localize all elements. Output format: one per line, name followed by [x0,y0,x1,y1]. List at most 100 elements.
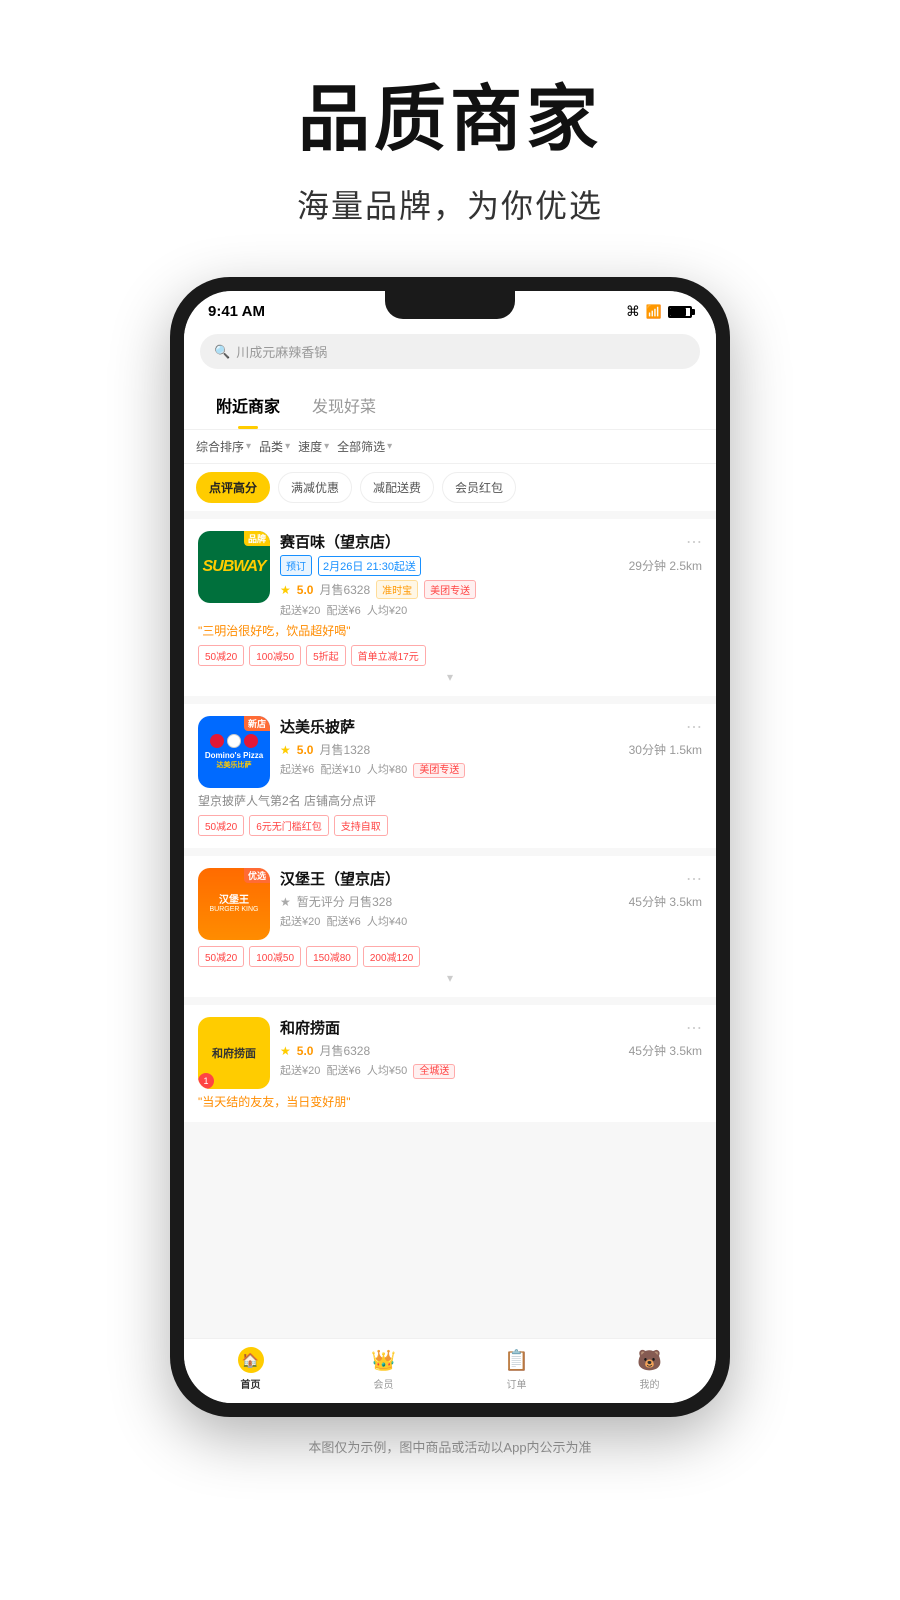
bk-name: 汉堡王（望京店） [280,868,400,889]
bk-price-row: 起送¥20 配送¥6 人均¥40 [280,913,702,929]
search-bar[interactable]: 🔍 川成元麻辣香锅 [200,334,700,369]
subway-name: 赛百味（望京店） [280,531,400,552]
footer-disclaimer: 本图仅为示例，图中商品或活动以App内公示为准 [308,1437,591,1456]
merchant-logo-subway: SUBWAY 品牌 [198,531,270,603]
phone-frame: 9:41 AM ⌘ 📶 🔍 川成元麻辣香锅 附近商家 发现好菜 综合 [170,277,730,1417]
subway-delivery-time: 2月26日 21:30起送 [318,556,421,576]
dominos-promos: 50减20 6元无门槛红包 支持自取 [198,815,702,836]
merchant-card-bk[interactable]: 汉堡王 BURGER KING 优选 汉堡王（望京店） ⋯ ★ 暂无评分 月售3… [184,856,716,997]
hefu-tag-quancheng: 全城送 [413,1064,455,1079]
nav-home[interactable]: 🏠 首页 [184,1347,317,1391]
bk-promo-0: 50减20 [198,946,244,967]
hefu-monthly-sales: 月售6328 [319,1042,370,1059]
bk-name-row: 汉堡王（望京店） ⋯ [280,868,702,889]
subway-info: 赛百味（望京店） ⋯ 预订 2月26日 21:30起送 29分钟 2.5km ★ [280,531,702,618]
hefu-time-dist: 45分钟 3.5km [629,1042,702,1059]
subway-promo-2: 5折起 [306,645,346,666]
merchant-list: SUBWAY 品牌 赛百味（望京店） ⋯ 预订 2月26日 21:30起送 29 [184,511,716,1338]
filter-category[interactable]: 品类 ▾ [259,438,290,455]
home-icon: 🏠 [238,1347,264,1373]
nav-home-label: 首页 [241,1376,261,1391]
dominos-rating-row: ★ 5.0 月售1328 30分钟 1.5km [280,741,702,758]
dominos-more-icon[interactable]: ⋯ [686,717,702,737]
dominos-time-dist: 30分钟 1.5km [629,741,702,758]
hefu-rating-row: ★ 5.0 月售6328 45分钟 3.5km [280,1042,702,1059]
speed-arrow-icon: ▾ [324,441,329,452]
merchant-header-subway: SUBWAY 品牌 赛百味（望京店） ⋯ 预订 2月26日 21:30起送 29 [198,531,702,618]
subway-time-dist: 29分钟 2.5km [629,557,702,574]
bk-expand-arrow[interactable]: ▾ [198,971,702,985]
order-icon: 📋 [504,1347,530,1373]
merchant-card-subway[interactable]: SUBWAY 品牌 赛百味（望京店） ⋯ 预订 2月26日 21:30起送 29 [184,519,716,696]
nav-order[interactable]: 📋 订单 [450,1347,583,1391]
page-subtitle: 海量品牌，为你优选 [297,181,603,227]
subway-star-icon: ★ [280,583,291,597]
merchant-card-hefu[interactable]: 和府捞面 1 和府捞面 ⋯ ★ 5.0 月售6328 [184,1005,716,1122]
bk-time-dist: 45分钟 3.5km [629,893,702,910]
hefu-price-row: 起送¥20 配送¥6 人均¥50 全城送 [280,1062,702,1078]
subway-price-row: 起送¥20 配送¥6 人均¥20 [280,602,702,618]
subway-prebook: 预订 [280,555,312,576]
subway-tag-zhunshi: 准时宝 [376,580,418,599]
search-bar-wrap: 🔍 川成元麻辣香锅 [184,326,716,381]
subway-promo-0: 50减20 [198,645,244,666]
bk-rating-sales: 暂无评分 月售328 [297,893,392,910]
subway-more-icon[interactable]: ⋯ [686,532,702,552]
nav-mine[interactable]: 🐻 我的 [583,1347,716,1391]
filter-sort[interactable]: 综合排序 ▾ [196,438,251,455]
filter-all[interactable]: 全部筛选 ▾ [337,438,392,455]
dominos-promo-2: 支持自取 [334,815,388,836]
wifi-signal-icon: 📶 [646,304,662,320]
subway-review: "三明治很好吃，饮品超好喝" [198,622,702,639]
merchant-card-dominos[interactable]: Domino's Pizza 达美乐比萨 新店 达美乐披萨 ⋯ ★ 5.0 [184,704,716,848]
subway-expand-arrow[interactable]: ▾ [198,670,702,684]
merchant-header-hefu: 和府捞面 1 和府捞面 ⋯ ★ 5.0 月售6328 [198,1017,702,1089]
sort-arrow-icon: ▾ [246,441,251,452]
dominos-review: 望京披萨人气第2名 店铺高分点评 [198,792,702,809]
dominos-name-row: 达美乐披萨 ⋯ [280,716,702,737]
nav-order-label: 订单 [507,1376,527,1391]
subway-rating: 5.0 [297,583,314,597]
dominos-info: 达美乐披萨 ⋯ ★ 5.0 月售1328 30分钟 1.5km [280,716,702,777]
subway-tag-meituan: 美团专送 [424,580,476,599]
dominos-rating: 5.0 [297,743,314,757]
hefu-review: "当天结的友友，当日变好朋" [198,1093,702,1110]
tab-row: 附近商家 发现好菜 [184,381,716,430]
merchant-logo-hefu: 和府捞面 1 [198,1017,270,1089]
bk-more-icon[interactable]: ⋯ [686,869,702,889]
dominos-tag-meituan: 美团专送 [413,763,465,778]
nav-member-label: 会员 [374,1376,394,1391]
dominos-star-icon: ★ [280,743,291,757]
bk-promos: 50减20 100减50 150减80 200减120 [198,946,702,967]
subway-delivery-row: 预订 2月26日 21:30起送 29分钟 2.5km [280,555,702,576]
merchant-header-bk: 汉堡王 BURGER KING 优选 汉堡王（望京店） ⋯ ★ 暂无评分 月售3… [198,868,702,940]
phone-screen: 9:41 AM ⌘ 📶 🔍 川成元麻辣香锅 附近商家 发现好菜 综合 [184,291,716,1403]
subway-promo-3: 首单立减17元 [351,645,426,666]
bk-promo-1: 100减50 [249,946,301,967]
dominos-promo-0: 50减20 [198,815,244,836]
mine-icon: 🐻 [637,1347,663,1373]
subway-rating-row: ★ 5.0 月售6328 准时宝 美团专送 [280,580,702,599]
hefu-info: 和府捞面 ⋯ ★ 5.0 月售6328 45分钟 3.5km 起 [280,1017,702,1078]
hefu-star-icon: ★ [280,1044,291,1058]
filter-row: 综合排序 ▾ 品类 ▾ 速度 ▾ 全部筛选 ▾ [184,430,716,464]
battery-icon [668,306,692,318]
qf-high-rating[interactable]: 点评高分 [196,472,270,503]
hefu-more-icon[interactable]: ⋯ [686,1018,702,1038]
tab-discover-food[interactable]: 发现好菜 [296,381,392,429]
bottom-nav: 🏠 首页 👑 会员 📋 订单 🐻 我的 [184,1338,716,1403]
quick-filters: 点评高分 满减优惠 减配送费 会员红包 [184,464,716,511]
filter-speed[interactable]: 速度 ▾ [298,438,329,455]
member-icon: 👑 [371,1347,397,1373]
qf-member-coupon[interactable]: 会员红包 [442,472,516,503]
qf-discount[interactable]: 满减优惠 [278,472,352,503]
status-icons: ⌘ 📶 [626,303,692,320]
merchant-logo-bk: 汉堡王 BURGER KING 优选 [198,868,270,940]
dominos-badge: 新店 [244,716,270,731]
tab-nearby-merchants[interactable]: 附近商家 [200,381,296,429]
subway-name-row: 赛百味（望京店） ⋯ [280,531,702,552]
dominos-name: 达美乐披萨 [280,716,355,737]
qf-free-delivery[interactable]: 减配送费 [360,472,434,503]
bk-badge: 优选 [244,868,270,883]
nav-member[interactable]: 👑 会员 [317,1347,450,1391]
